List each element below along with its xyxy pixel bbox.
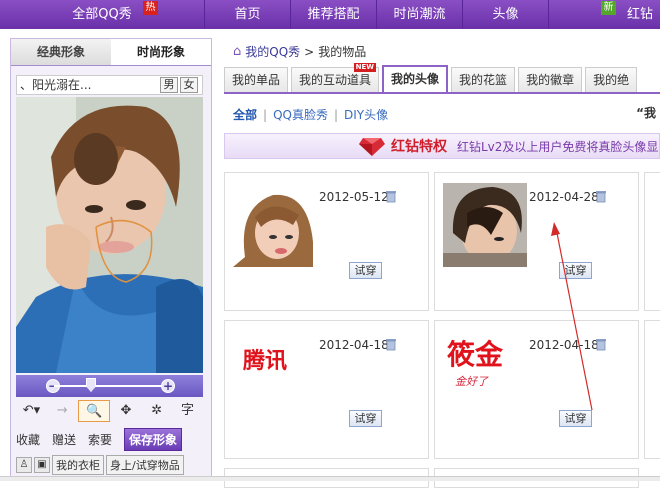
status-bar bbox=[0, 476, 660, 481]
annotation-arrow bbox=[551, 222, 593, 411]
